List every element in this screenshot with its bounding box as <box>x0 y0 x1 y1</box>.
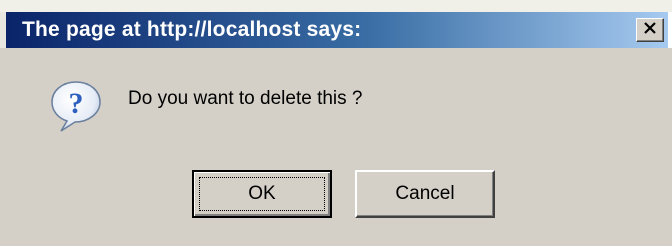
close-icon <box>643 21 657 39</box>
dialog-title: The page at http://localhost says: <box>22 18 362 41</box>
question-icon: ? <box>48 78 104 134</box>
svg-text:?: ? <box>69 87 84 120</box>
ok-button[interactable]: OK <box>192 170 332 218</box>
window-top-edge <box>0 0 672 12</box>
ok-button-label: OK <box>248 183 276 204</box>
dialog-titlebar[interactable]: The page at http://localhost says: <box>6 12 668 48</box>
cancel-button-label: Cancel <box>395 183 455 204</box>
dialog-body: ? Do you want to delete this ? OK Cancel <box>0 48 672 246</box>
close-button[interactable] <box>636 18 664 42</box>
dialog-message: Do you want to delete this ? <box>128 88 363 109</box>
cancel-button[interactable]: Cancel <box>355 170 495 218</box>
